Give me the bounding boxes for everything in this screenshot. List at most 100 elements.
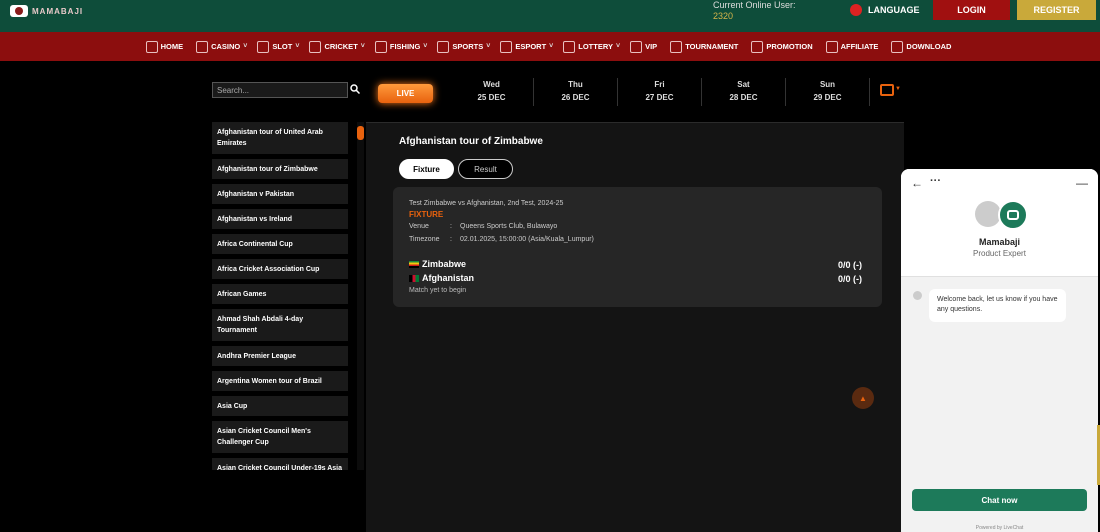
day-fri[interactable]: Fri 27 DEC [618,78,702,106]
nav-item-casino[interactable]: CASINO ˅ [196,40,248,53]
nav-label: VIP [645,42,658,51]
nav-item-sports[interactable]: SPORTS ˅ [437,40,491,53]
home-icon [145,40,158,53]
nav-label: ESPORT [515,42,547,51]
tab-fixture[interactable]: Fixture [399,159,454,179]
scrollbar-track[interactable] [357,122,364,470]
nav-item-esport[interactable]: ESPORT ˅ [500,40,554,53]
sidebar-item[interactable]: Asian Cricket Council Under-19s Asia Cup [212,458,348,470]
logo[interactable]: MAMABAJI [10,5,83,17]
day-thu[interactable]: Thu 26 DEC [534,78,618,106]
sidebar-item[interactable]: Afghanistan vs Ireland [212,209,348,229]
timezone-value: 02.01.2025, 15:00:00 (Asia/Kuala_Lumpur) [460,236,594,243]
scroll-top-button[interactable]: ▲ [852,387,874,409]
day-date: 26 DEC [561,93,590,102]
day-weekday: Fri [654,80,665,89]
nav-label: CASINO [211,42,241,51]
chevron-down-icon: ˅ [486,43,491,50]
nav-item-home[interactable]: HOME [145,40,187,53]
nav-label: AFFILIATE [840,42,879,51]
sidebar-item[interactable]: Afghanistan tour of United Arab Emirates [212,122,348,154]
sidebar-item[interactable]: Asian Cricket Council Men's Challenger C… [212,421,348,453]
match-title: Test Zimbabwe vs Afghanistan, 2nd Test, … [409,200,564,207]
sidebar-item[interactable]: Africa Cricket Association Cup [212,259,348,279]
nav-item-cricket[interactable]: CRICKET ˅ [309,40,365,53]
chevron-down-icon: ˅ [295,43,300,50]
day-wed[interactable]: Wed 25 DEC [450,78,534,106]
nav-item-affiliate[interactable]: AFFILIATE [825,40,882,53]
day-sat[interactable]: Sat 28 DEC [702,78,786,106]
sidebar-item[interactable]: Ahmad Shah Abdali 4-day Tournament [212,309,348,341]
chevron-down-icon: ˅ [243,43,248,50]
nav-item-tournament[interactable]: TOURNAMENT [670,40,741,53]
date-selector: Wed 25 DEC Thu 26 DEC Fri 27 DEC Sat 28 DEC Sun 2… [450,78,870,106]
chevron-down-icon: ˅ [360,43,365,50]
venue-value: Queens Sports Club, Bulawayo [460,223,558,230]
nav-item-vip[interactable]: VIP [630,40,660,53]
slot-icon [257,40,270,53]
login-button[interactable]: LOGIN [933,0,1010,20]
team2-score: 0/0 (-) [838,274,863,284]
nav-label: PROMOTION [766,42,813,51]
day-date: 25 DEC [477,93,506,102]
arrow-up-icon: ▲ [859,393,867,403]
day-weekday: Wed [483,80,500,89]
sidebar-item[interactable]: Africa Continental Cup [212,234,348,254]
team1-score: 0/0 (-) [838,260,863,270]
nav-label: DOWNLOAD [906,42,952,51]
chevron-down-icon: ˅ [616,43,621,50]
day-weekday: Sun [819,80,836,89]
vip-icon [630,40,643,53]
nav-item-download[interactable]: DOWNLOAD [891,40,954,53]
language-selector[interactable]: LANGUAGE [850,4,920,16]
chevron-down-icon: ˅ [549,43,554,50]
calendar-icon[interactable] [880,84,894,96]
team1-name: Zimbabwe [422,259,467,269]
timezone-colon: : [450,236,452,243]
nav-label: HOME [160,42,184,51]
nav-item-promotion[interactable]: PROMOTION [751,40,815,53]
affiliate-icon [825,40,838,53]
zimbabwe-flag-icon [409,260,419,268]
day-date: 27 DEC [645,93,674,102]
day-weekday: Thu [568,80,583,89]
sidebar-item[interactable]: African Games [212,284,348,304]
agent-role: Product Expert [973,249,1026,258]
nav-item-lottery[interactable]: LOTTERY ˅ [563,40,621,53]
day-sun[interactable]: Sun 29 DEC [786,78,870,106]
nav-item-fishing[interactable]: FISHING ˅ [374,40,427,53]
nav-label: TOURNAMENT [685,42,739,51]
chat-message: Welcome back, let us know if you have an… [929,289,1066,322]
timezone-label: Timezone [409,236,440,243]
chat-widget: ← ··· — Mamabaji Product Expert Welcome … [901,169,1098,532]
day-weekday: Sat [737,80,750,89]
scrollbar-thumb[interactable] [357,126,364,140]
register-button[interactable]: REGISTER [1017,0,1096,20]
trophy-icon [670,40,683,53]
team2-name: Afghanistan [422,273,475,283]
sidebar-item[interactable]: Andhra Premier League [212,346,348,366]
search-icon[interactable] [350,84,360,94]
top-bar: MAMABAJI Current Online User: 2320 LANGU… [0,0,1100,32]
afghanistan-flag-icon [409,274,419,282]
back-arrow-icon[interactable]: ← [911,176,923,190]
live-button[interactable]: LIVE [378,84,433,103]
esport-icon [500,40,513,53]
nav-label: SLOT [272,42,293,51]
page-title: Afghanistan tour of Zimbabwe [399,136,543,147]
sidebar-item[interactable]: Afghanistan tour of Zimbabwe [212,159,348,179]
sidebar-item[interactable]: Argentina Women tour of Brazil [212,371,348,391]
nav-item-slot[interactable]: SLOT ˅ [257,40,300,53]
promotion-icon [751,40,764,53]
sidebar-item[interactable]: Asia Cup [212,396,348,416]
search-input[interactable]: Search... [212,82,348,98]
minimize-icon[interactable]: — [1076,176,1088,190]
nav-label: LOTTERY [578,42,613,51]
chevron-down-icon[interactable]: ▼ [895,86,901,92]
chat-now-button[interactable]: Chat now [912,489,1087,511]
sidebar-item[interactable]: Afghanistan v Pakistan [212,184,348,204]
tab-result[interactable]: Result [458,159,513,179]
online-label: Current Online User: [713,0,796,10]
powered-by[interactable]: Powered by LiveChat [901,525,1098,531]
more-options-icon[interactable]: ··· [930,175,941,187]
